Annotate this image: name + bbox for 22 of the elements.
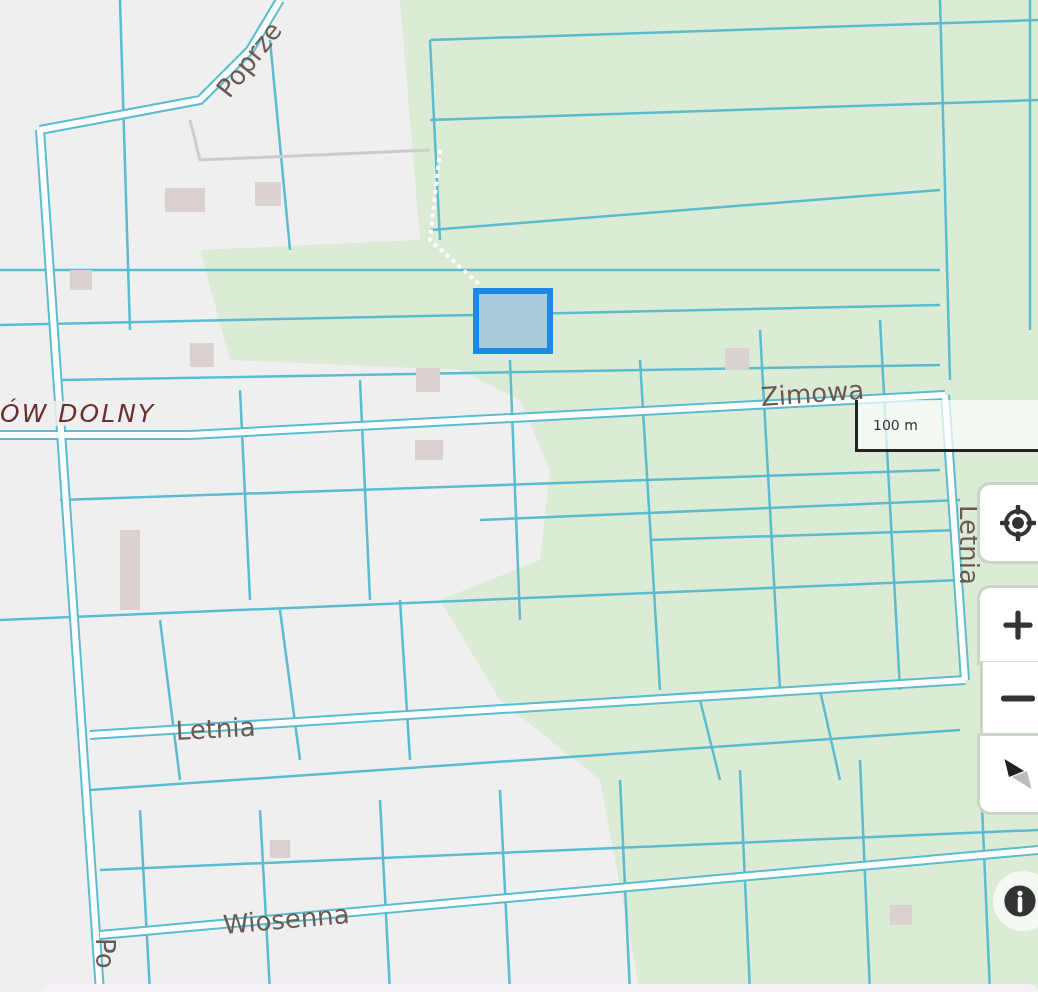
street-label: Po bbox=[92, 938, 118, 969]
building bbox=[165, 188, 205, 212]
scale-label: 100 m bbox=[873, 416, 918, 433]
street-label: Letnia bbox=[175, 713, 257, 744]
street-label: Wiosenna bbox=[222, 900, 351, 938]
compass-button[interactable] bbox=[980, 736, 1038, 812]
building bbox=[255, 182, 281, 206]
street-label: Zimowa bbox=[760, 376, 866, 410]
building bbox=[415, 440, 443, 460]
zoom-in-button[interactable] bbox=[980, 588, 1038, 662]
building bbox=[416, 368, 440, 392]
street-label: Letnia bbox=[956, 505, 982, 585]
locate-icon bbox=[1000, 505, 1036, 541]
building bbox=[725, 348, 749, 370]
building bbox=[270, 840, 290, 858]
building bbox=[890, 905, 912, 925]
building bbox=[190, 343, 214, 367]
locate-button[interactable] bbox=[980, 485, 1038, 561]
building bbox=[70, 270, 92, 290]
zoom-out-icon bbox=[1000, 695, 1036, 702]
zoom-out-button[interactable] bbox=[980, 662, 1038, 736]
info-icon bbox=[1003, 884, 1037, 918]
